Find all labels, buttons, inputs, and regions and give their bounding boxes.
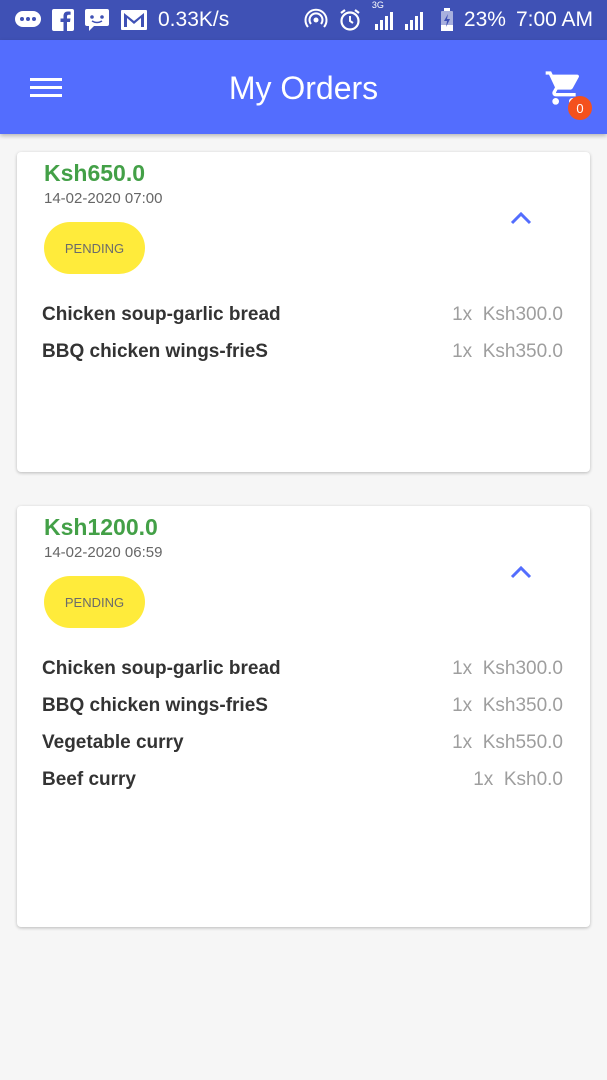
- item-name: Chicken soup-garlic bread: [42, 658, 281, 679]
- chat-icon: [84, 8, 110, 32]
- item-quantity: 1x: [473, 769, 494, 790]
- network-type-label: 3G: [371, 0, 384, 10]
- app-bar: My Orders 0: [0, 40, 607, 134]
- item-quantity: 1x: [452, 732, 473, 753]
- item-amount: Ksh350.0: [482, 341, 563, 362]
- item-amount: Ksh550.0: [482, 732, 563, 753]
- status-badge: PENDING: [44, 222, 145, 274]
- item-amount: Ksh300.0: [482, 658, 563, 679]
- item-amount: Ksh350.0: [482, 695, 563, 716]
- collapse-button[interactable]: [509, 208, 533, 228]
- cart-count-badge: 0: [568, 96, 592, 120]
- collapse-button[interactable]: [509, 562, 533, 582]
- alarm-icon: [338, 8, 362, 32]
- facebook-icon: [52, 9, 74, 31]
- item-name: BBQ chicken wings-frieS: [42, 695, 268, 716]
- gmail-icon: [120, 9, 148, 31]
- status-badge: PENDING: [44, 576, 145, 628]
- network-speed: 0.33K/s: [158, 8, 230, 31]
- battery-level: 23%: [463, 8, 506, 31]
- item-name: BBQ chicken wings-frieS: [42, 341, 268, 362]
- chevron-up-icon: [510, 565, 532, 579]
- item-name: Vegetable curry: [42, 732, 184, 753]
- status-bar: 0.33K/s 3G 23% 7:00 AM: [0, 0, 607, 40]
- item-name: Beef curry: [42, 769, 136, 790]
- item-price: 1x Ksh550.0: [452, 732, 563, 754]
- order-total: Ksh650.0: [44, 160, 146, 186]
- item-price: 1x Ksh350.0: [452, 695, 563, 717]
- item-price: 1x Ksh300.0: [452, 304, 563, 326]
- battery-icon: [440, 8, 454, 32]
- message-icon: [14, 9, 42, 31]
- order-total: Ksh1200.0: [44, 514, 158, 540]
- clock: 7:00 AM: [515, 8, 593, 31]
- order-card[interactable]: Ksh1200.0 14-02-2020 06:59 PENDING Chick…: [17, 506, 590, 927]
- list-item: Beef curry 1x Ksh0.0: [42, 767, 563, 793]
- item-amount: Ksh0.0: [503, 769, 563, 790]
- item-quantity: 1x: [452, 341, 473, 362]
- signal-icon: 3G: [372, 0, 430, 32]
- item-name: Chicken soup-garlic bread: [42, 304, 281, 325]
- item-quantity: 1x: [452, 304, 473, 325]
- list-item: BBQ chicken wings-frieS 1x Ksh350.0: [42, 339, 563, 365]
- hotspot-icon: [304, 8, 328, 32]
- item-price: 1x Ksh300.0: [452, 658, 563, 680]
- order-card[interactable]: Ksh650.0 14-02-2020 07:00 PENDING Chicke…: [17, 152, 590, 472]
- item-price: 1x Ksh0.0: [473, 769, 563, 791]
- list-item: BBQ chicken wings-frieS 1x Ksh350.0: [42, 693, 563, 719]
- item-quantity: 1x: [452, 695, 473, 716]
- list-item: Chicken soup-garlic bread 1x Ksh300.0: [42, 656, 563, 682]
- list-item: Vegetable curry 1x Ksh550.0: [42, 730, 563, 756]
- page-title: My Orders: [228, 70, 379, 106]
- item-quantity: 1x: [452, 658, 473, 679]
- order-date: 14-02-2020 06:59: [44, 544, 163, 561]
- chevron-up-icon: [510, 211, 532, 225]
- list-item: Chicken soup-garlic bread 1x Ksh300.0: [42, 302, 563, 328]
- item-amount: Ksh300.0: [482, 304, 563, 325]
- item-price: 1x Ksh350.0: [452, 341, 563, 363]
- order-date: 14-02-2020 07:00: [44, 190, 163, 207]
